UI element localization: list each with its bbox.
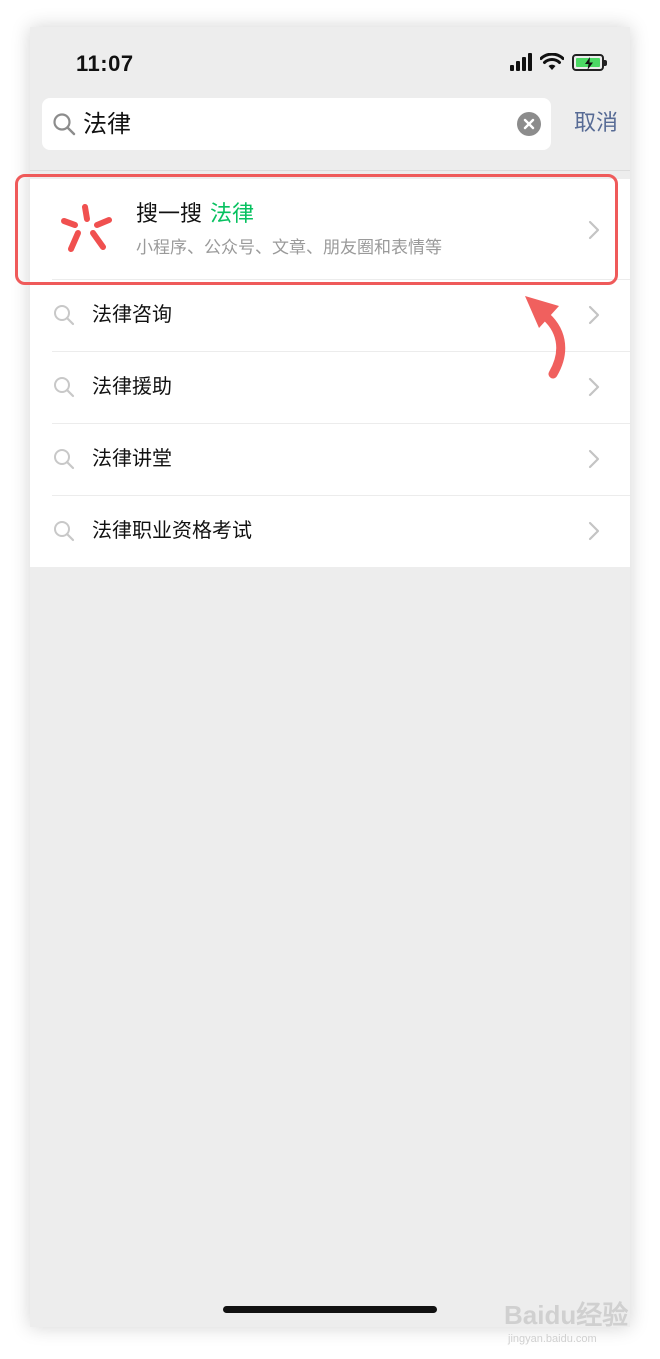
sousou-entry[interactable]: 搜一搜 法律 小程序、公众号、文章、朋友圈和表情等 bbox=[30, 179, 630, 279]
search-query: 法律 bbox=[83, 110, 131, 138]
sousou-subtitle: 小程序、公众号、文章、朋友圈和表情等 bbox=[136, 238, 442, 258]
cancel-button[interactable]: 取消 bbox=[574, 110, 618, 138]
search-icon bbox=[53, 113, 76, 136]
header-divider bbox=[30, 170, 630, 171]
battery-charging-icon bbox=[572, 53, 607, 71]
chevron-right-icon bbox=[588, 521, 600, 541]
search-icon bbox=[54, 305, 75, 326]
suggestion-label: 法律咨询 bbox=[92, 302, 172, 326]
status-icons bbox=[510, 53, 607, 71]
chevron-right-icon bbox=[588, 305, 600, 325]
phone-screen: 11:07 法律 取消 搜一搜 法律 小程序、公众号、文章、朋友圈和表情等 法律… bbox=[30, 27, 630, 1327]
chevron-right-icon bbox=[588, 449, 600, 469]
status-bar: 11:07 bbox=[30, 27, 630, 97]
sousou-label: 搜一搜 bbox=[136, 202, 203, 227]
search-icon bbox=[54, 521, 75, 542]
search-row: 法律 取消 bbox=[42, 98, 618, 150]
cellular-signal-icon bbox=[510, 53, 532, 71]
search-icon bbox=[54, 377, 75, 398]
sousou-keyword: 法律 bbox=[210, 202, 255, 227]
wifi-icon bbox=[540, 53, 564, 70]
suggestion-label: 法律讲堂 bbox=[92, 446, 172, 470]
home-indicator bbox=[223, 1306, 437, 1313]
suggestion-item[interactable]: 法律职业资格考试 bbox=[30, 495, 630, 567]
chevron-right-icon bbox=[588, 377, 600, 397]
status-time: 11:07 bbox=[76, 51, 134, 76]
search-icon bbox=[54, 449, 75, 470]
svg-text:Baidu经验: Baidu经验 bbox=[504, 1300, 628, 1330]
annotation-arrow-icon bbox=[525, 296, 566, 379]
suggestion-item[interactable]: 法律讲堂 bbox=[30, 423, 630, 495]
sousou-logo-icon bbox=[61, 204, 112, 252]
svg-text:jingyan.baidu.com: jingyan.baidu.com bbox=[507, 1333, 597, 1345]
chevron-right-icon bbox=[588, 220, 600, 240]
sousou-title: 搜一搜 法律 bbox=[136, 200, 254, 230]
baidu-jingyan-watermark-icon: Baidu经验 jingyan.baidu.com bbox=[504, 1300, 628, 1345]
suggestion-label: 法律职业资格考试 bbox=[92, 518, 252, 542]
search-input[interactable]: 法律 bbox=[42, 98, 551, 150]
clear-icon[interactable] bbox=[517, 112, 541, 136]
suggestion-label: 法律援助 bbox=[92, 374, 172, 398]
